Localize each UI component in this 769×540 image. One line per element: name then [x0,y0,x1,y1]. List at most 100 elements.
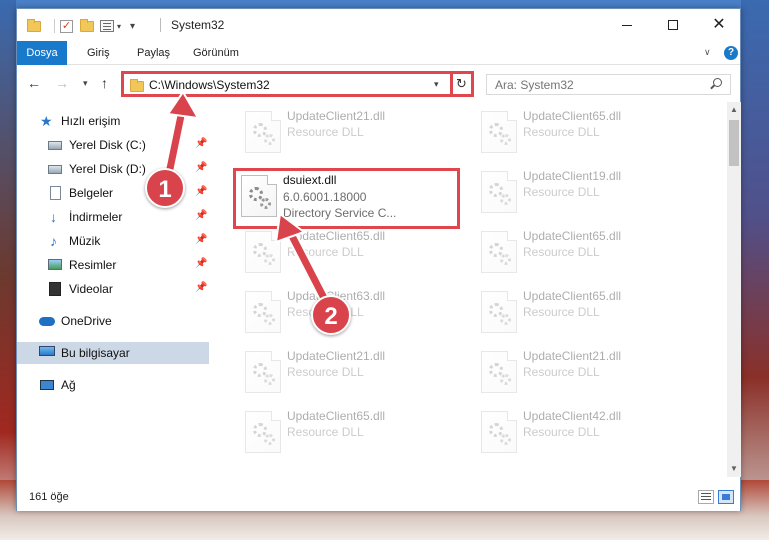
properties-icon[interactable] [100,17,114,35]
dll-file-icon [245,231,281,273]
maximize-button[interactable] [650,9,696,41]
navigation-bar: ← → ▾ ↑ C:\Windows\System32 ▾ ↻ [17,66,740,102]
recent-locations-icon[interactable]: ▾ [83,75,88,91]
file-tile[interactable]: UpdateClient21.dll Resource DLL [237,344,462,404]
minimize-button[interactable] [604,9,650,41]
file-explorer-window: ✓ ▾ ▾ System32 ✕ Dosya Giriş Paylaş Görü… [16,8,741,511]
sidebar-item-quick-access[interactable]: ★ Hızlı erişim [17,110,209,132]
pin-icon[interactable]: 📌 [195,138,207,149]
file-type: Directory Service C... [283,206,397,220]
file-tile[interactable]: UpdateClient65.dll Resource DLL [237,224,462,284]
sidebar-item-label: Bu bilgisayar [61,346,130,360]
search-box[interactable] [486,74,731,95]
address-divider [450,74,453,94]
file-tile-highlighted[interactable]: dsuiext.dll 6.0.6001.18000 Directory Ser… [233,168,460,229]
scroll-up-icon[interactable]: ▲ [730,105,738,114]
customize-dropdown-icon[interactable]: ▾ [117,17,121,35]
file-tile[interactable]: UpdateClient21.dll Resource DLL [473,344,698,404]
close-icon: ✕ [712,16,726,33]
details-view-icon[interactable] [698,490,714,504]
sidebar-item-music[interactable]: ♪ Müzik 📌 [17,230,209,252]
folder-icon [130,79,144,92]
music-icon: ♪ [50,233,57,249]
folder-icon [27,17,41,35]
pictures-icon [48,259,62,270]
ribbon-tabs: Dosya Giriş Paylaş Görünüm ∨ ? [17,41,740,65]
sidebar-item-label: Ağ [61,378,76,392]
tab-dosya[interactable]: Dosya [17,41,67,65]
up-arrow-icon[interactable]: ↑ [101,75,108,91]
new-folder-icon[interactable] [80,17,94,35]
file-tile[interactable]: UpdateClient65.dll Resource DLL [473,284,698,344]
address-dropdown-icon[interactable]: ▾ [434,79,439,90]
navigation-pane: ★ Hızlı erişim Yerel Disk (C:) 📌 Yerel D… [17,102,213,477]
search-icon[interactable] [713,78,722,87]
file-type: Resource DLL [287,365,364,379]
file-tile[interactable]: UpdateClient65.dll Resource DLL [473,104,698,164]
sidebar-item-videos[interactable]: Videolar 📌 [17,278,209,300]
file-name: UpdateClient21.dll [523,349,622,363]
sidebar-item-label: OneDrive [61,314,112,328]
close-button[interactable]: ✕ [696,9,742,41]
refresh-icon[interactable]: ↻ [456,76,467,92]
sidebar-item-label: Hızlı erişim [61,114,121,128]
scroll-down-icon[interactable]: ▼ [730,464,738,473]
title-bar: ✓ ▾ ▾ System32 ✕ [17,9,740,41]
sidebar-item-pictures[interactable]: Resimler 📌 [17,254,209,276]
sidebar-item-onedrive[interactable]: OneDrive [17,310,209,332]
file-tile[interactable]: UpdateClient42.dll Resource DLL [473,404,698,464]
dll-file-icon [245,111,281,153]
properties-check-icon[interactable]: ✓ [60,17,73,35]
pin-icon[interactable]: 📌 [195,162,207,173]
file-tile[interactable]: UpdateClient19.dll Resource DLL [473,164,698,224]
pin-icon[interactable]: 📌 [195,234,207,245]
file-type: Resource DLL [523,305,600,319]
tiles-view-icon[interactable] [718,490,734,504]
file-type: Resource DLL [523,365,600,379]
tab-gorunum[interactable]: Görünüm [193,41,239,65]
file-name: UpdateClient65.dll [287,229,386,243]
file-name: UpdateClient42.dll [523,409,622,423]
file-tile[interactable]: UpdateClient65.dll Resource DLL [237,404,462,464]
search-input[interactable] [495,77,705,92]
file-tile[interactable]: UpdateClient21.dll Resource DLL [237,104,462,164]
onedrive-icon [39,317,55,326]
dll-file-icon [245,291,281,333]
download-icon: ↓ [50,209,57,225]
customize-toolbar-icon[interactable]: ▾ [130,17,135,35]
tab-paylas[interactable]: Paylaş [137,41,170,65]
sidebar-item-label: Resimler [69,258,117,272]
network-icon [40,380,54,390]
item-count: 161 öğe [29,491,69,503]
pin-icon[interactable]: 📌 [195,282,207,293]
back-arrow-icon[interactable]: ← [27,75,41,91]
help-icon[interactable]: ? [724,46,738,60]
file-name: dsuiext.dll [283,173,337,187]
drive-icon [48,141,62,150]
file-tile[interactable]: UpdateClient65.dll Resource DLL [473,224,698,284]
sidebar-item-label: Müzik [69,234,101,248]
address-bar[interactable]: C:\Windows\System32 ▾ ↻ [121,71,474,97]
sidebar-item-local-disk-c[interactable]: Yerel Disk (C:) 📌 [17,134,209,156]
file-type: Resource DLL [523,425,600,439]
file-name: UpdateClient21.dll [287,349,386,363]
pin-icon[interactable]: 📌 [195,210,207,221]
vertical-scrollbar[interactable]: ▲ ▼ [727,102,741,477]
scrollbar-thumb[interactable] [729,120,739,166]
title-separator [160,18,161,32]
sidebar-item-label: İndirmeler [69,210,123,224]
sidebar-item-network[interactable]: Ağ [17,374,209,396]
callout-2: 2 [311,295,351,335]
file-name: UpdateClient65.dll [523,229,622,243]
sidebar-item-label: Yerel Disk (C:) [69,138,146,152]
tab-giris[interactable]: Giriş [87,41,110,65]
drive-icon [48,165,62,174]
expand-ribbon-icon[interactable]: ∨ [704,47,711,58]
sidebar-item-this-pc[interactable]: Bu bilgisayar [17,342,209,364]
pin-icon[interactable]: 📌 [195,186,207,197]
file-name: UpdateClient21.dll [287,109,386,123]
file-name: UpdateClient65.dll [523,109,622,123]
forward-arrow-icon[interactable]: → [55,75,69,91]
pin-icon[interactable]: 📌 [195,258,207,269]
sidebar-item-downloads[interactable]: ↓ İndirmeler 📌 [17,206,209,228]
